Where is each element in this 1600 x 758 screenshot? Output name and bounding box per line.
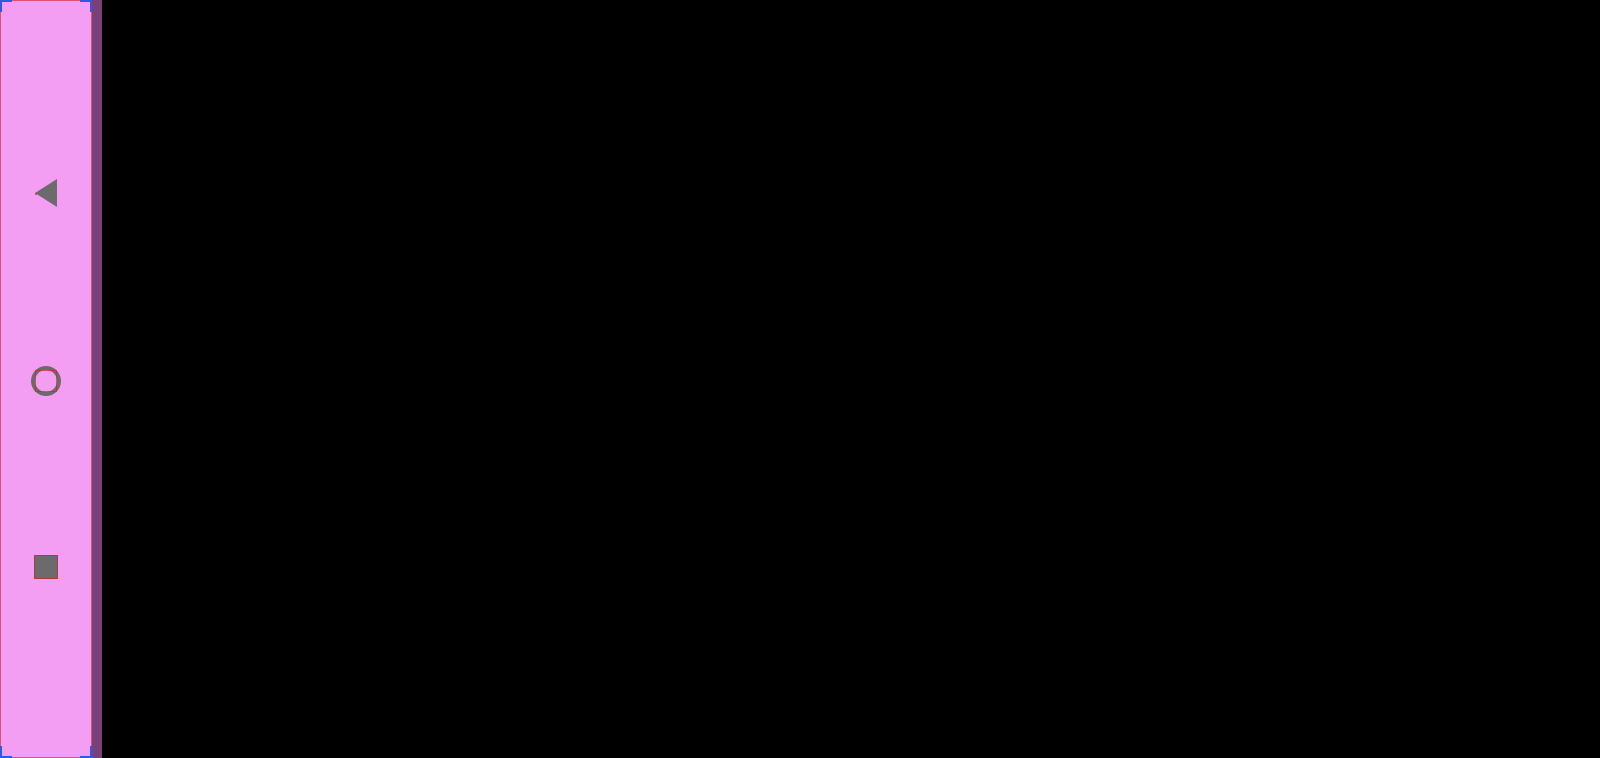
system-navigation-bar: [0, 0, 92, 758]
recents-nav-icon[interactable]: [34, 555, 58, 579]
home-nav-icon[interactable]: [31, 366, 61, 396]
back-nav-icon[interactable]: [35, 179, 57, 207]
